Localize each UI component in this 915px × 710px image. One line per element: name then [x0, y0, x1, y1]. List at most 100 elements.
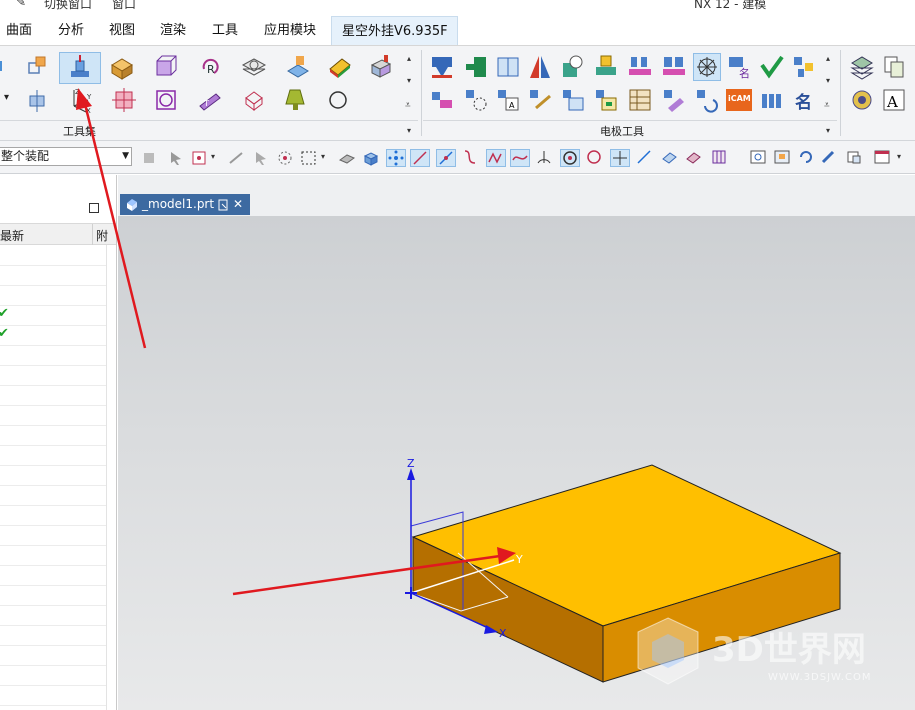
navigator-row[interactable]	[0, 246, 106, 266]
filter-face-icon[interactable]	[337, 149, 357, 167]
switch-window-button[interactable]: 切换窗口	[44, 0, 92, 12]
csys-xyz-icon[interactable]: ZYX	[66, 86, 94, 115]
selection-scope-dropdown[interactable]: 整个装配 ▼	[0, 147, 132, 166]
view-rotate-icon[interactable]	[797, 149, 817, 167]
electrode-pair-icon[interactable]	[660, 53, 688, 81]
electrode-grid-icon[interactable]	[626, 86, 654, 114]
navigator-row[interactable]	[0, 526, 106, 546]
navigator-row[interactable]	[0, 466, 106, 486]
electrode-assembly-icon[interactable]	[790, 53, 818, 81]
chevron-down-icon[interactable]: ▾	[897, 152, 901, 161]
electrode-table-icon[interactable]	[559, 86, 587, 114]
window-menu-button[interactable]: 窗口	[112, 0, 136, 12]
view-orient-icon[interactable]	[845, 149, 865, 167]
electrode-rotate-icon[interactable]	[693, 86, 721, 114]
electrode-gallery-more-icon[interactable]: ⩡	[824, 100, 830, 111]
snap-point-icon[interactable]	[386, 149, 406, 167]
navigator-row[interactable]	[0, 546, 106, 566]
electrode-tools-icon[interactable]	[526, 86, 554, 114]
tab-analysis[interactable]: 分析	[58, 16, 84, 45]
electrode-spark-icon[interactable]	[559, 53, 587, 81]
electrode-multi-icon[interactable]	[626, 53, 654, 81]
electrode-name-button[interactable]: 名	[795, 88, 823, 116]
text-icon[interactable]: T	[196, 86, 224, 114]
quick-access-icon[interactable]: ✎	[16, 0, 26, 9]
navigator-row[interactable]	[0, 566, 106, 586]
circle-icon[interactable]	[152, 86, 180, 114]
move-icon[interactable]	[24, 86, 52, 114]
snap-intersection-icon[interactable]	[486, 149, 506, 167]
layer-icon[interactable]	[240, 53, 268, 81]
navigator-row[interactable]	[0, 386, 106, 406]
stack-icon[interactable]	[848, 53, 876, 81]
snap-control-icon[interactable]	[461, 149, 481, 167]
electrode-group-icon[interactable]	[758, 86, 786, 114]
box-bound-icon[interactable]	[152, 53, 180, 81]
electrode-paper-icon[interactable]: A	[494, 86, 522, 114]
electrode-gear-icon[interactable]	[462, 86, 490, 114]
ribbon-scroll-down-icon[interactable]: ▾	[407, 76, 411, 85]
filter-rectangle-icon[interactable]	[299, 149, 319, 167]
ribbon-gallery-more-icon[interactable]: ⩡	[405, 100, 411, 111]
snap-mid-icon[interactable]	[436, 149, 456, 167]
erase-icon[interactable]	[240, 86, 268, 114]
icam-icon[interactable]: iCAM	[726, 89, 752, 111]
part-icon[interactable]	[366, 53, 394, 81]
snap-grid-icon[interactable]	[710, 149, 730, 167]
electrode-add-icon[interactable]	[428, 53, 456, 81]
electrode-scroll-down-icon[interactable]: ▾	[826, 76, 830, 85]
electrode-scroll-up-icon[interactable]: ▴	[826, 54, 830, 63]
electrode-mirror-icon[interactable]	[526, 53, 554, 81]
navigator-row[interactable]	[0, 406, 106, 426]
navigator-row[interactable]	[0, 366, 106, 386]
electrode-text-icon[interactable]	[660, 86, 688, 114]
globe-icon[interactable]	[848, 86, 876, 114]
box-block-icon[interactable]	[108, 53, 136, 81]
csys-icon[interactable]	[59, 52, 101, 84]
view-fit-icon[interactable]	[749, 149, 769, 167]
tab-tools[interactable]: 工具	[212, 16, 238, 45]
navigator-row[interactable]: ✔	[0, 326, 106, 346]
electrode-star-icon[interactable]	[693, 53, 721, 81]
lamp-icon[interactable]	[282, 86, 310, 114]
view-pan-icon[interactable]	[820, 149, 840, 167]
ribbon-partial-icon[interactable]	[0, 53, 20, 81]
snap-center-icon[interactable]	[560, 149, 580, 167]
snap-tangent-icon[interactable]	[535, 149, 555, 167]
ribbon-scroll-up-icon[interactable]: ▴	[407, 54, 411, 63]
filter-move-icon[interactable]	[226, 149, 246, 167]
electrode-holder-icon[interactable]	[592, 53, 620, 81]
electrode-book-icon[interactable]	[494, 53, 522, 81]
snap-bounded-icon[interactable]	[684, 149, 704, 167]
navigator-row[interactable]	[0, 426, 106, 446]
snap-curve-icon[interactable]	[510, 149, 530, 167]
snap-end-icon[interactable]	[410, 149, 430, 167]
snap-existing-point-icon[interactable]	[610, 149, 630, 167]
tab-model1-prt[interactable]: _model1.prt ✕	[120, 194, 250, 215]
electrode-name-icon[interactable]: 名	[726, 53, 754, 81]
navigator-row[interactable]	[0, 626, 106, 646]
filter-box-icon[interactable]	[190, 149, 210, 167]
navigator-row[interactable]	[0, 446, 106, 466]
navigator-row[interactable]	[0, 586, 106, 606]
navigator-scrollbar[interactable]	[106, 245, 107, 710]
filter-multi-icon[interactable]	[252, 149, 272, 167]
view-zoom-icon[interactable]	[773, 149, 793, 167]
copy-icon[interactable]	[880, 53, 908, 81]
filter-solid-icon[interactable]	[361, 149, 381, 167]
navigator-row[interactable]	[0, 606, 106, 626]
navigator-row[interactable]	[0, 266, 106, 286]
column-header-latest[interactable]: 最新	[0, 227, 24, 244]
maximize-icon[interactable]	[89, 203, 99, 213]
chevron-down-icon[interactable]: ▾	[321, 152, 325, 161]
tab-render[interactable]: 渲染	[160, 16, 186, 45]
navigator-row[interactable]	[0, 646, 106, 666]
snap-quadrant-icon[interactable]	[585, 149, 605, 167]
filter-type-icon[interactable]	[140, 149, 160, 167]
view-layout-icon[interactable]	[873, 149, 893, 167]
dropdown-partial-icon[interactable]: ▾	[0, 86, 18, 114]
tab-surface[interactable]: 曲面	[6, 16, 32, 45]
point-icon[interactable]	[110, 86, 138, 114]
close-icon[interactable]: ✕	[233, 194, 243, 215]
navigator-row[interactable]	[0, 506, 106, 526]
